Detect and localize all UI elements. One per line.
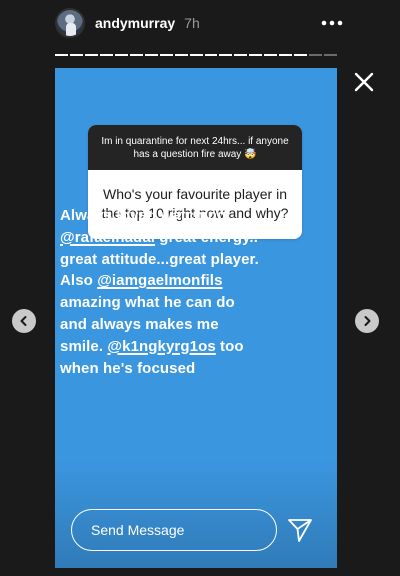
mention-link[interactable]: @k1ngkyrg1os [107, 338, 215, 355]
progress-segment [114, 54, 128, 56]
progress-segment [204, 54, 218, 56]
progress-segment [129, 54, 143, 56]
answer-text: Always loved watching @rafaelnadal great… [60, 205, 260, 379]
progress-segment [294, 54, 308, 56]
progress-segment [55, 54, 68, 56]
progress-segment [324, 54, 338, 56]
progress-segment [99, 54, 113, 56]
progress-segment [219, 54, 233, 56]
username[interactable]: andymurray [95, 15, 175, 31]
progress-segment [174, 54, 188, 56]
avatar[interactable] [55, 8, 85, 38]
chevron-left-icon [20, 316, 27, 326]
previous-story-button[interactable] [12, 309, 36, 333]
progress-segment [234, 54, 248, 56]
mention-link[interactable]: @iamgaelmonfils [97, 272, 222, 289]
progress-segment [69, 54, 83, 56]
progress-segment [264, 54, 278, 56]
chevron-right-icon [364, 316, 371, 326]
send-message-placeholder: Send Message [91, 522, 185, 538]
progress-segment [249, 54, 263, 56]
send-message-input[interactable]: Send Message [71, 509, 277, 551]
story-viewer: andymurray 7h Im in quarantine for next … [0, 0, 400, 576]
progress-segment [144, 54, 158, 56]
mention-link[interactable]: @rafaelnadal [60, 229, 155, 246]
progress-segment [279, 54, 293, 56]
question-prompt: Im in quarantine for next 24hrs... if an… [88, 125, 302, 170]
answer-part: Always loved watching [60, 207, 227, 224]
next-story-button[interactable] [355, 309, 379, 333]
send-icon[interactable] [287, 517, 313, 543]
progress-segment [159, 54, 173, 56]
more-horizontal-icon[interactable] [319, 12, 345, 34]
post-time: 7h [184, 15, 200, 31]
story-progress-bar [55, 54, 338, 56]
progress-segment [84, 54, 98, 56]
progress-segment [309, 54, 323, 56]
progress-segment [189, 54, 203, 56]
close-icon[interactable] [352, 70, 376, 94]
story-header: andymurray 7h [55, 6, 345, 40]
